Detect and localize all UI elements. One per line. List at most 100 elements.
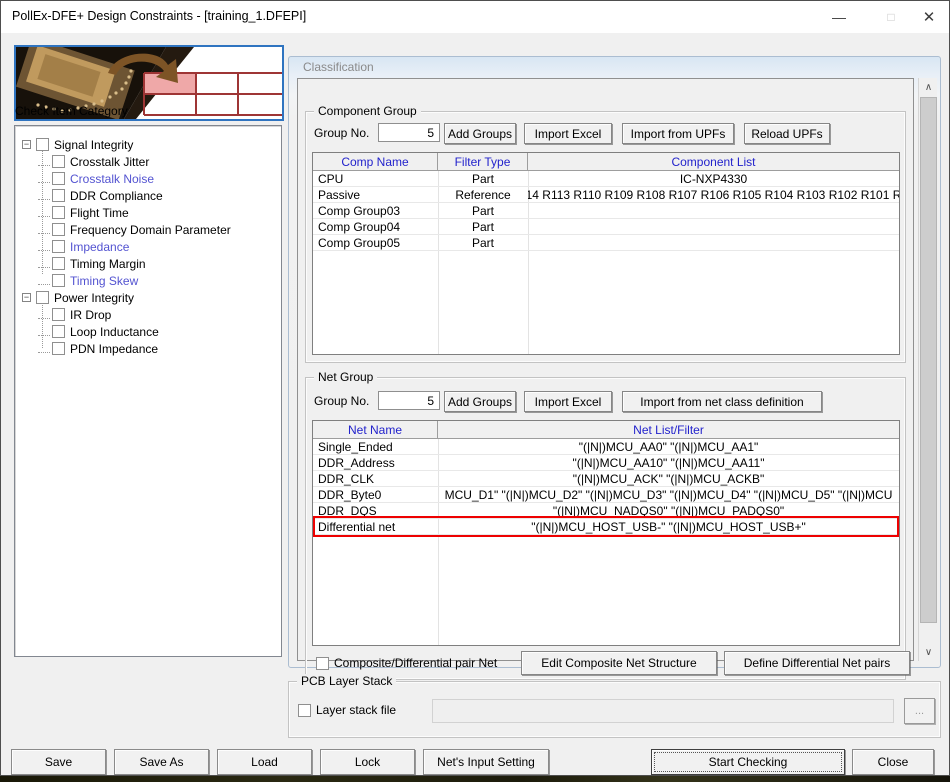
tree-item-label: IR Drop (70, 307, 112, 322)
cell-component-list (528, 203, 899, 218)
tree-item-power-integrity[interactable]: − Power Integrity (15, 289, 134, 306)
tree-connector-stub (38, 225, 50, 234)
tree-item-label: Loop Inductance (70, 324, 159, 339)
cell-component-list (528, 219, 899, 234)
close-button[interactable]: ✕ (907, 1, 950, 32)
checkbox-flight-time[interactable] (52, 206, 65, 219)
tree-item-flight-time[interactable]: Flight Time (15, 204, 129, 221)
table-row[interactable]: Comp Group05 Part (313, 235, 899, 251)
checkbox-ir-drop[interactable] (52, 308, 65, 321)
collapse-icon[interactable]: − (22, 140, 31, 149)
classification-panel: Classification Component Group Group No.… (288, 56, 941, 680)
tree-item-label: Timing Margin (70, 256, 146, 271)
tree-item-label: Signal Integrity (54, 137, 134, 152)
tree-item-pdn-impedance[interactable]: PDN Impedance (15, 340, 158, 357)
window-title: PollEx-DFE+ Design Constraints - [traini… (12, 9, 307, 23)
cell-comp-name: Comp Group04 (318, 219, 401, 234)
start-checking-button[interactable]: Start Checking (651, 749, 845, 775)
table-row[interactable]: CPU Part IC-NXP4330 (313, 171, 899, 187)
table-row[interactable]: Passive Reference 14 R113 R110 R109 R108… (313, 187, 899, 203)
net-import-from-net-class-button[interactable]: Import from net class definition (622, 391, 822, 412)
table-row[interactable]: DDR_Address "(|N|)MCU_AA10" "(|N|)MCU_AA… (313, 455, 899, 471)
col-component-list[interactable]: Component List (528, 153, 899, 170)
collapse-icon[interactable]: − (22, 293, 31, 302)
tree-item-ddr-compliance[interactable]: DDR Compliance (15, 187, 163, 204)
load-button[interactable]: Load (217, 749, 312, 775)
checkbox-crosstalk-noise[interactable] (52, 172, 65, 185)
edit-composite-net-structure-button[interactable]: Edit Composite Net Structure (521, 651, 717, 675)
net-table-header: Net Name Net List/Filter (313, 421, 899, 439)
close-dialog-button[interactable]: Close (852, 749, 934, 775)
scroll-down-icon[interactable]: ∨ (919, 643, 938, 661)
component-group-frame: Component Group Group No. 5 Add Groups I… (305, 104, 906, 363)
comp-import-excel-button[interactable]: Import Excel (524, 123, 612, 144)
tree-connector-stub (38, 344, 50, 353)
table-row[interactable]: DDR_CLK "(|N|)MCU_ACK" "(|N|)MCU_ACKB" (313, 471, 899, 487)
tree-connector-stub (38, 259, 50, 268)
table-row[interactable]: Comp Group03 Part (313, 203, 899, 219)
titlebar[interactable]: PollEx-DFE+ Design Constraints - [traini… (1, 1, 949, 33)
net-add-groups-button[interactable]: Add Groups (444, 391, 516, 412)
tree-item-impedance[interactable]: Impedance (15, 238, 129, 255)
composite-diff-pair-checkbox[interactable] (316, 656, 329, 670)
minimize-button[interactable]: — (817, 1, 861, 32)
net-table[interactable]: Net Name Net List/Filter Single_Ended "(… (312, 420, 900, 646)
checkbox-timing-skew[interactable] (52, 274, 65, 287)
tree-item-loop-inductance[interactable]: Loop Inductance (15, 323, 159, 340)
comp-group-no-label: Group No. (314, 126, 370, 140)
layer-stack-file-input[interactable] (432, 699, 894, 723)
cell-component-list (528, 235, 899, 250)
save-as-button[interactable]: Save As (114, 749, 209, 775)
layer-stack-file-checkbox-row[interactable]: Layer stack file (298, 703, 396, 717)
cell-comp-name: Passive (318, 187, 361, 202)
scrollbar-thumb[interactable] (920, 97, 937, 623)
save-button[interactable]: Save (11, 749, 106, 775)
define-differential-net-pairs-button[interactable]: Define Differential Net pairs (724, 651, 910, 675)
net-import-excel-button[interactable]: Import Excel (524, 391, 612, 412)
checkbox-crosstalk-jitter[interactable] (52, 155, 65, 168)
tree-item-frequency-domain-parameter[interactable]: Frequency Domain Parameter (15, 221, 231, 238)
net-group-no-input[interactable]: 5 (378, 391, 440, 410)
check-item-tree: − Signal Integrity Crosstalk Jitter Cros… (14, 125, 282, 657)
tree-connector-stub (38, 242, 50, 251)
tree-item-label: Frequency Domain Parameter (70, 222, 231, 237)
tree-item-signal-integrity[interactable]: − Signal Integrity (15, 136, 133, 153)
net-group-no-label: Group No. (314, 394, 370, 408)
comp-import-from-upfs-button[interactable]: Import from UPFs (622, 123, 734, 144)
cell-net-list: "(|N|)MCU_AA10" "(|N|)MCU_AA11" (572, 455, 765, 470)
browse-button[interactable]: ... (904, 698, 935, 724)
component-table-header: Comp Name Filter Type Component List (313, 153, 899, 171)
cell-net-name: DDR_CLK (318, 471, 375, 486)
layer-stack-file-checkbox[interactable] (298, 703, 311, 717)
checkbox-signal-integrity[interactable] (36, 138, 49, 151)
table-row[interactable]: DDR_Byte0 MCU_D1" "(|N|)MCU_D2" "(|N|)MC… (313, 487, 899, 503)
checkbox-power-integrity[interactable] (36, 291, 49, 304)
checkbox-ddr-compliance[interactable] (52, 189, 65, 202)
table-row[interactable]: Comp Group04 Part (313, 219, 899, 235)
composite-diff-pair-checkbox-row[interactable]: Composite/Differential pair Net (316, 656, 497, 670)
component-table[interactable]: Comp Name Filter Type Component List CPU… (312, 152, 900, 355)
tree-item-crosstalk-jitter[interactable]: Crosstalk Jitter (15, 153, 149, 170)
scroll-up-icon[interactable]: ∧ (919, 78, 938, 96)
checkbox-impedance[interactable] (52, 240, 65, 253)
table-row[interactable]: Single_Ended "(|N|)MCU_AA0" "(|N|)MCU_AA… (313, 439, 899, 455)
checkbox-timing-margin[interactable] (52, 257, 65, 270)
col-comp-name[interactable]: Comp Name (313, 153, 438, 170)
comp-group-no-input[interactable]: 5 (378, 123, 440, 142)
checkbox-frequency-domain-parameter[interactable] (52, 223, 65, 236)
col-net-name[interactable]: Net Name (313, 421, 438, 438)
lock-button[interactable]: Lock (320, 749, 415, 775)
comp-add-groups-button[interactable]: Add Groups (444, 123, 516, 144)
tree-item-timing-skew[interactable]: Timing Skew (15, 272, 138, 289)
classification-scrollbar[interactable]: ∧ ∨ (918, 78, 937, 661)
checkbox-loop-inductance[interactable] (52, 325, 65, 338)
cell-comp-name: Comp Group03 (318, 203, 401, 218)
tree-item-crosstalk-noise[interactable]: Crosstalk Noise (15, 170, 154, 187)
col-filter-type[interactable]: Filter Type (438, 153, 528, 170)
checkbox-pdn-impedance[interactable] (52, 342, 65, 355)
nets-input-setting-button[interactable]: Net's Input Setting (423, 749, 549, 775)
col-net-list-filter[interactable]: Net List/Filter (438, 421, 899, 438)
tree-item-ir-drop[interactable]: IR Drop (15, 306, 111, 323)
tree-item-timing-margin[interactable]: Timing Margin (15, 255, 146, 272)
comp-reload-upfs-button[interactable]: Reload UPFs (744, 123, 830, 144)
